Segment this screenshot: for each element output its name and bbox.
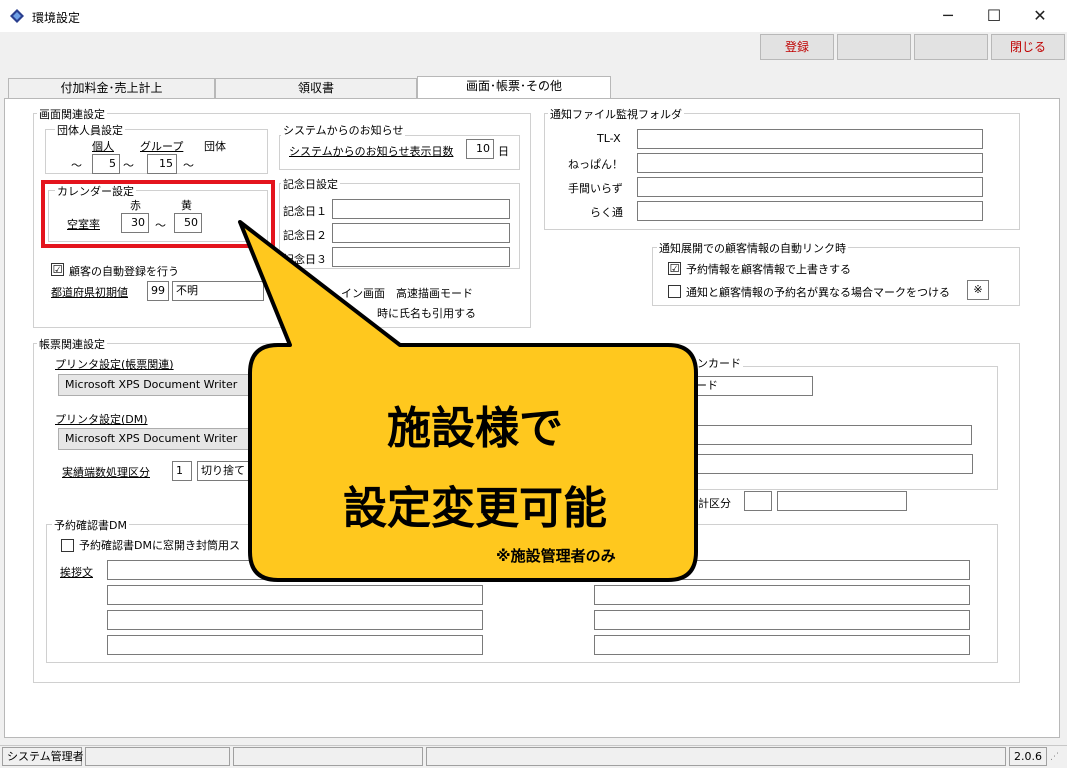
callout-line-2: 設定変更可能 — [343, 483, 607, 534]
callout-note: ※施設管理者のみ — [496, 547, 616, 565]
callout-bubble — [238, 220, 698, 582]
callout-line-1: 施設様で — [387, 403, 563, 454]
